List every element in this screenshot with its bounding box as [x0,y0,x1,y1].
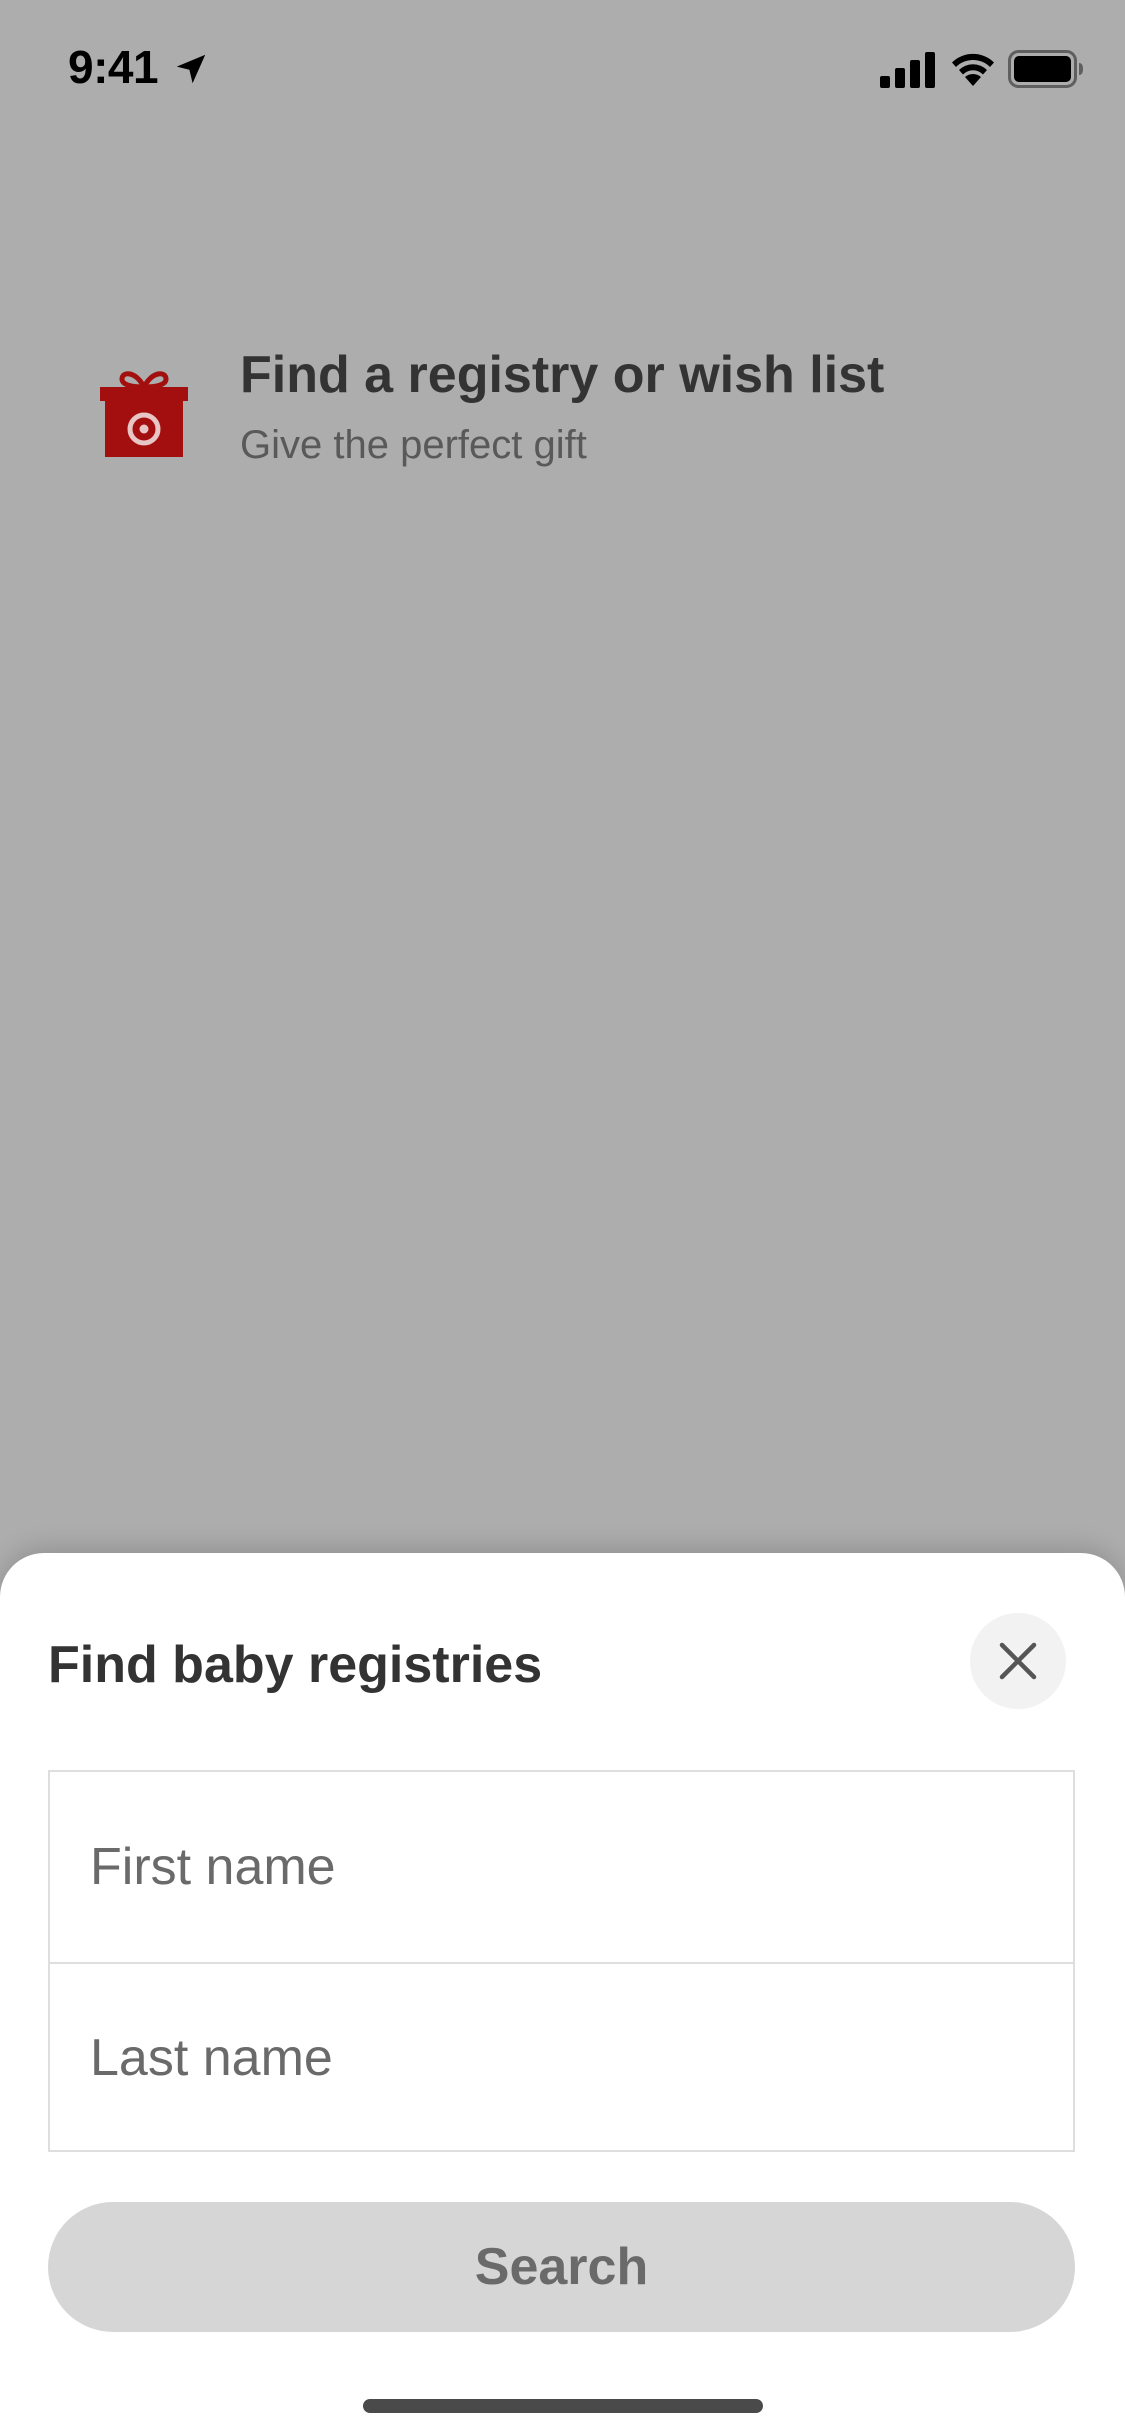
find-baby-registries-sheet: Find baby registries Search [0,1553,1125,2436]
close-icon [999,1642,1037,1680]
close-button[interactable] [970,1613,1066,1709]
screen: 9:41 Find a registry or wish list Give t… [0,0,1125,2436]
last-name-field-wrapper [50,1962,1073,2152]
battery-icon [1008,50,1083,88]
registry-header: Find a registry or wish list Give the pe… [100,345,1060,485]
registry-title: Find a registry or wish list [240,346,885,404]
last-name-input[interactable] [50,1964,1073,2152]
first-name-field-wrapper [50,1772,1073,1962]
search-button[interactable]: Search [48,2202,1075,2332]
registry-subtitle: Give the perfect gift [240,423,587,467]
status-time: 9:41 [68,41,159,93]
name-form [48,1770,1075,2152]
first-name-input[interactable] [50,1772,1073,1962]
cellular-signal-icon [880,52,935,88]
status-bar: 9:41 [0,0,1125,140]
location-arrow-icon [176,54,206,84]
gift-icon [100,371,188,457]
sheet-title: Find baby registries [48,1636,543,1694]
wifi-icon [952,53,994,86]
home-indicator [363,2399,763,2413]
